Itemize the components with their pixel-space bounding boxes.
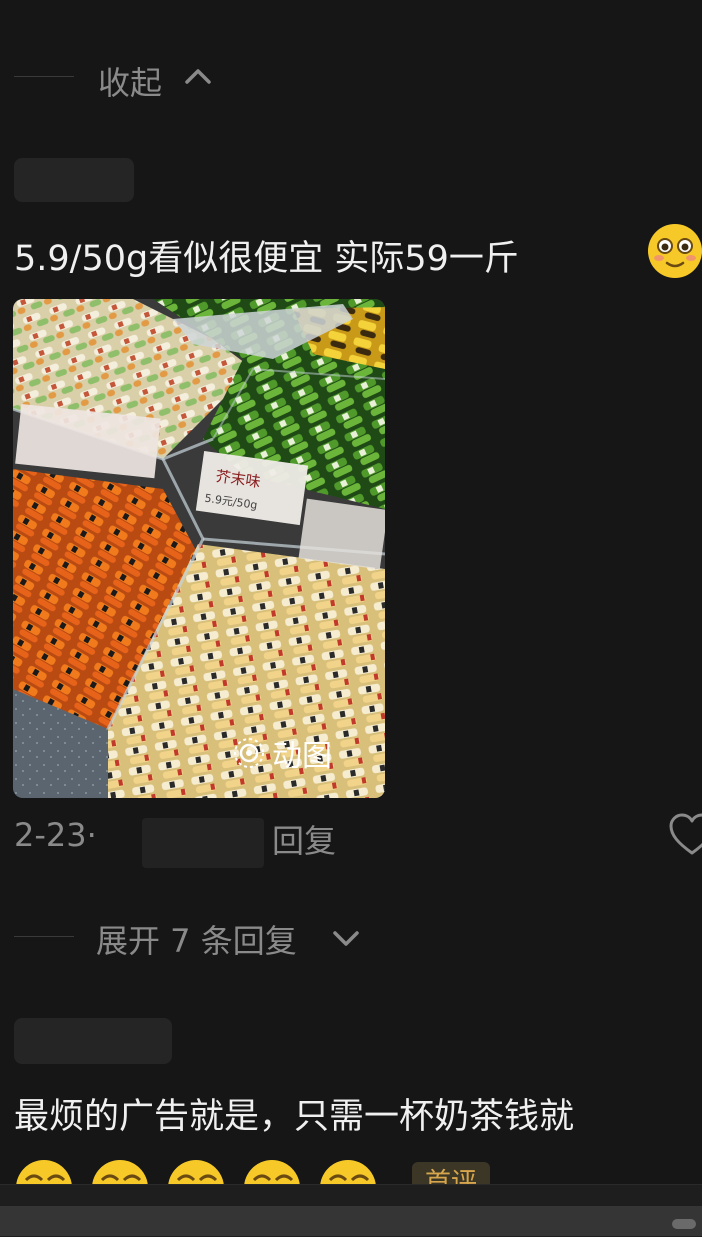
comment-date: 2-23· xyxy=(14,816,97,854)
comment-text: 最烦的广告就是，只需一杯奶茶钱就 xyxy=(14,1097,575,1137)
comment-body: 最烦的广告就是，只需一杯奶茶钱就 xyxy=(14,1086,702,1138)
home-indicator xyxy=(672,1219,696,1229)
gif-badge: 动图 xyxy=(232,732,332,774)
collapse-replies-row[interactable]: 收起 xyxy=(0,52,702,102)
reply-button[interactable]: 回复 xyxy=(272,816,336,862)
gif-icon xyxy=(234,738,264,768)
gif-label: 动图 xyxy=(272,739,332,774)
comment-meta: 2-23· 回复 xyxy=(14,812,702,868)
divider-line xyxy=(14,76,74,77)
bottom-band xyxy=(0,1206,702,1236)
expand-label[interactable]: 展开 7 条回复 xyxy=(96,916,297,962)
collapse-label[interactable]: 收起 xyxy=(98,58,162,104)
location-redacted xyxy=(142,818,264,868)
comment-image[interactable]: 芥末味 5.9元/50g xyxy=(13,299,385,798)
heart-icon[interactable] xyxy=(668,812,702,858)
username-redacted[interactable] xyxy=(14,1018,172,1064)
divider-line xyxy=(14,936,74,937)
blushing-face-emoji xyxy=(648,224,702,278)
chevron-up-icon[interactable] xyxy=(182,60,214,92)
comment-body: 5.9/50g看似很便宜 实际59一斤 xyxy=(14,224,702,284)
comment-text: 5.9/50g看似很便宜 实际59一斤 xyxy=(14,239,519,279)
expand-replies-row[interactable]: 展开 7 条回复 xyxy=(0,912,702,962)
username-redacted[interactable] xyxy=(14,158,134,202)
chevron-down-icon[interactable] xyxy=(330,922,362,954)
candy-bins-photo: 芥末味 5.9元/50g xyxy=(13,299,385,798)
